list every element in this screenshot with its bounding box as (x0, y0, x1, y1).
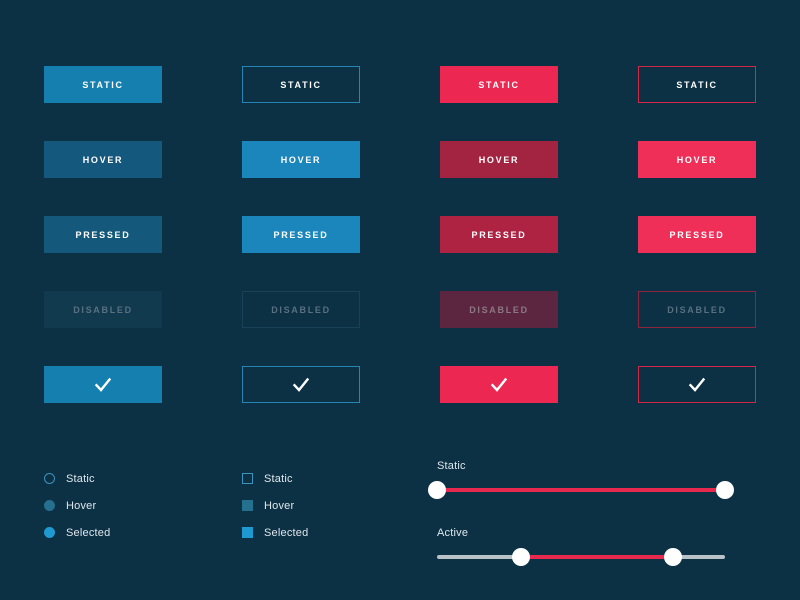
button-outline-blue-hover[interactable]: HOVER (242, 141, 360, 178)
slider-track-active[interactable] (437, 548, 725, 566)
radio-icon-selected[interactable] (44, 527, 55, 538)
radio-group: Static Hover Selected (44, 465, 110, 546)
slider-fill-range (520, 555, 674, 559)
radio-item-static[interactable]: Static (44, 465, 110, 492)
button-solid-red-hover[interactable]: HOVER (440, 141, 558, 178)
button-cell: DISABLED (440, 291, 558, 366)
checkbox-icon-hover[interactable] (242, 500, 253, 511)
slider-label-active: Active (437, 527, 469, 539)
button-cell: DISABLED (638, 291, 756, 366)
button-cell (242, 366, 360, 441)
button-cell: PRESSED (638, 216, 756, 291)
button-solid-red-pressed[interactable]: PRESSED (440, 216, 558, 253)
button-cell (440, 366, 558, 441)
button-row-hover: HOVER HOVER HOVER HOVER (44, 141, 756, 216)
checkbox-icon-selected[interactable] (242, 527, 253, 538)
button-cell: HOVER (44, 141, 162, 216)
checkbox-label-selected: Selected (264, 526, 309, 539)
button-solid-blue-static[interactable]: STATIC (44, 66, 162, 103)
radio-item-hover[interactable]: Hover (44, 492, 110, 519)
button-row-static: STATIC STATIC STATIC STATIC (44, 66, 756, 141)
check-icon (490, 377, 508, 392)
check-icon (688, 377, 706, 392)
slider-label-static: Static (437, 460, 466, 472)
radio-icon-hover[interactable] (44, 500, 55, 511)
button-outline-red-confirm[interactable] (638, 366, 756, 403)
check-icon (94, 377, 112, 392)
button-cell: PRESSED (44, 216, 162, 291)
button-cell: HOVER (440, 141, 558, 216)
slider-handle-right[interactable] (716, 481, 734, 499)
checkbox-label-hover: Hover (264, 499, 295, 512)
button-outline-blue-static[interactable]: STATIC (242, 66, 360, 103)
slider-handle-left[interactable] (511, 548, 530, 566)
button-cell (638, 366, 756, 441)
slider-active: Active (437, 527, 737, 566)
slider-static: Static (428, 460, 737, 499)
radio-label-selected: Selected (66, 526, 111, 539)
button-solid-blue-disabled: DISABLED (44, 291, 162, 328)
button-cell: STATIC (44, 66, 162, 141)
radio-label-hover: Hover (66, 499, 97, 512)
button-cell: STATIC (440, 66, 558, 141)
button-cell: HOVER (638, 141, 756, 216)
button-solid-red-confirm[interactable] (440, 366, 558, 403)
ui-kit-board: STATIC STATIC STATIC STATIC HOVER HOVER … (0, 0, 800, 600)
button-outline-red-disabled: DISABLED (638, 291, 756, 328)
button-solid-red-static[interactable]: STATIC (440, 66, 558, 103)
button-solid-blue-hover[interactable]: HOVER (44, 141, 162, 178)
button-row-confirm (44, 366, 756, 441)
checkbox-label-static: Static (264, 472, 293, 485)
button-outline-red-hover[interactable]: HOVER (638, 141, 756, 178)
button-outline-red-pressed[interactable]: PRESSED (638, 216, 756, 253)
button-outline-blue-disabled: DISABLED (242, 291, 360, 328)
slider-fill-range (437, 488, 725, 492)
button-outline-blue-confirm[interactable] (242, 366, 360, 403)
button-cell: STATIC (638, 66, 756, 141)
radio-item-selected[interactable]: Selected (44, 519, 110, 546)
checkbox-icon-static[interactable] (242, 473, 253, 484)
slider-handle-right[interactable] (664, 548, 683, 566)
radio-label-static: Static (66, 472, 95, 485)
button-grid: STATIC STATIC STATIC STATIC HOVER HOVER … (44, 66, 756, 441)
button-outline-red-static[interactable]: STATIC (638, 66, 756, 103)
checkbox-item-selected[interactable]: Selected (242, 519, 308, 546)
button-cell: DISABLED (242, 291, 360, 366)
slider-track-static[interactable] (428, 481, 734, 499)
button-solid-red-disabled: DISABLED (440, 291, 558, 328)
controls-section: Static Hover Selected Static Hover Selec… (0, 455, 800, 575)
checkbox-item-hover[interactable]: Hover (242, 492, 308, 519)
button-row-disabled: DISABLED DISABLED DISABLED DISABLED (44, 291, 756, 366)
button-solid-blue-pressed[interactable]: PRESSED (44, 216, 162, 253)
checkbox-group: Static Hover Selected (242, 465, 308, 546)
slider-handle-left[interactable] (428, 481, 446, 499)
button-row-pressed: PRESSED PRESSED PRESSED PRESSED (44, 216, 756, 291)
button-cell: PRESSED (440, 216, 558, 291)
button-solid-blue-confirm[interactable] (44, 366, 162, 403)
button-cell: STATIC (242, 66, 360, 141)
slider-group: Static Active (428, 455, 737, 566)
check-icon (292, 377, 310, 392)
button-outline-blue-pressed[interactable]: PRESSED (242, 216, 360, 253)
button-cell: HOVER (242, 141, 360, 216)
button-cell: PRESSED (242, 216, 360, 291)
radio-icon-static[interactable] (44, 473, 55, 484)
button-cell: DISABLED (44, 291, 162, 366)
checkbox-item-static[interactable]: Static (242, 465, 308, 492)
button-cell (44, 366, 162, 441)
